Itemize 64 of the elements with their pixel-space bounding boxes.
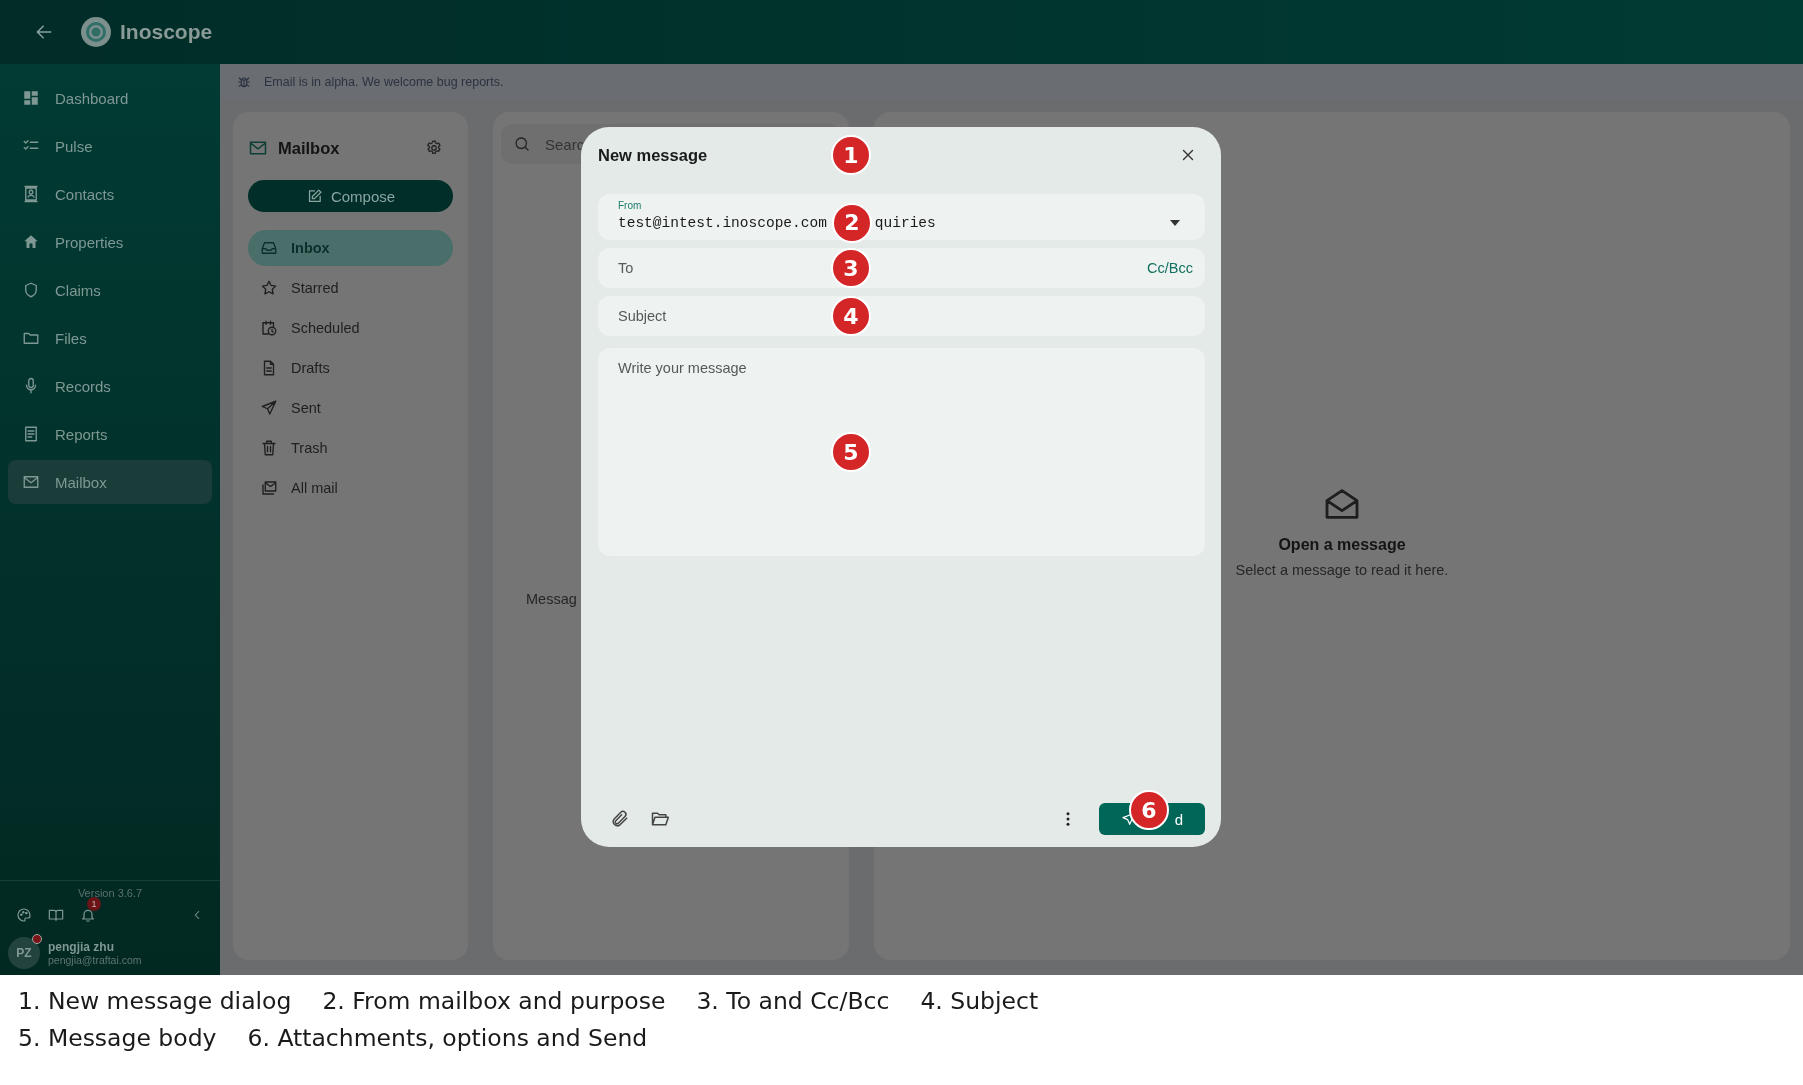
step-badge: 2	[831, 202, 872, 243]
nav-item[interactable]: Contacts	[8, 172, 212, 216]
reader-title: Open a message	[1278, 536, 1406, 554]
avatar[interactable]: PZ	[8, 937, 40, 969]
folder-item[interactable]: Trash	[248, 430, 453, 466]
user-name: pengjia zhu	[48, 940, 115, 954]
folder-item[interactable]: All mail	[248, 470, 453, 506]
reader-hint: Select a message to read it here.	[1235, 562, 1449, 578]
shield-icon	[22, 281, 40, 299]
folder-item[interactable]: Scheduled	[248, 310, 453, 346]
bell-icon[interactable]	[80, 907, 96, 923]
mailbox-title: Mailbox	[278, 138, 340, 158]
app-title: Inoscope	[120, 20, 213, 44]
book-icon[interactable]	[48, 907, 64, 923]
nav-item[interactable]: Reports	[8, 412, 212, 456]
folder-icon[interactable]	[650, 809, 670, 829]
nav-item[interactable]: Claims	[8, 268, 212, 312]
legend-item: 5. Message body	[18, 1024, 217, 1052]
nav-item[interactable]: Files	[8, 316, 212, 360]
cc-bcc-link[interactable]: Cc/Bcc	[1147, 260, 1193, 276]
bug-icon	[236, 74, 252, 90]
notification-badge: 1	[87, 897, 101, 911]
nav-item[interactable]: Pulse	[8, 124, 212, 168]
logo-icon	[80, 16, 112, 48]
more-options-icon[interactable]	[1065, 810, 1071, 828]
nav-item[interactable]: Mailbox	[8, 460, 212, 504]
nav-item[interactable]: Records	[8, 364, 212, 408]
step-badge: 1	[831, 135, 871, 175]
search-icon	[513, 135, 531, 153]
alert-text: Email is in alpha. We welcome bug reports.	[264, 75, 504, 89]
nav-item[interactable]: Properties	[8, 220, 212, 264]
legend-item: 4. Subject	[920, 987, 1039, 1015]
legend-item: 2. From mailbox and purpose	[322, 987, 666, 1015]
folder-item[interactable]: Sent	[248, 390, 453, 426]
document-icon	[22, 425, 40, 443]
dialog-title: New message	[598, 145, 708, 165]
calendar-clock-icon	[260, 319, 278, 337]
legend-item: 3. To and Cc/Bcc	[696, 987, 890, 1015]
envelope-icon	[22, 473, 40, 491]
step-badge: 6	[1129, 790, 1169, 830]
stacked-mail-icon	[260, 479, 278, 497]
user-email: pengjia@traftai.com	[48, 954, 142, 966]
caret-icon	[1170, 219, 1180, 226]
contact-card-icon	[22, 185, 40, 203]
version-label: Version 3.6.7	[76, 886, 144, 899]
folder-item[interactable]: Inbox	[248, 230, 453, 266]
paperclip-icon[interactable]	[610, 809, 630, 829]
settings-icon[interactable]	[425, 139, 443, 157]
trash-icon	[260, 439, 278, 457]
from-select[interactable]: From test@intest.inoscope.com 2 quiries	[598, 194, 1205, 240]
empty-list-text: Messag	[526, 591, 577, 607]
paper-plane-icon	[260, 399, 278, 417]
palette-icon[interactable]	[16, 907, 32, 923]
folder-item[interactable]: Drafts	[248, 350, 453, 386]
nav-item[interactable]: Dashboard	[8, 76, 212, 120]
inbox-icon	[260, 239, 278, 257]
envelope-icon	[248, 138, 268, 158]
legend-item: 6. Attachments, options and Send	[247, 1024, 648, 1052]
dashboard-icon	[22, 89, 40, 107]
house-icon	[22, 233, 40, 251]
folder-item[interactable]: Starred	[248, 270, 453, 306]
compose-button[interactable]: Compose	[248, 180, 453, 212]
legend-item: 1. New message dialog	[18, 987, 292, 1015]
star-icon	[260, 279, 278, 297]
